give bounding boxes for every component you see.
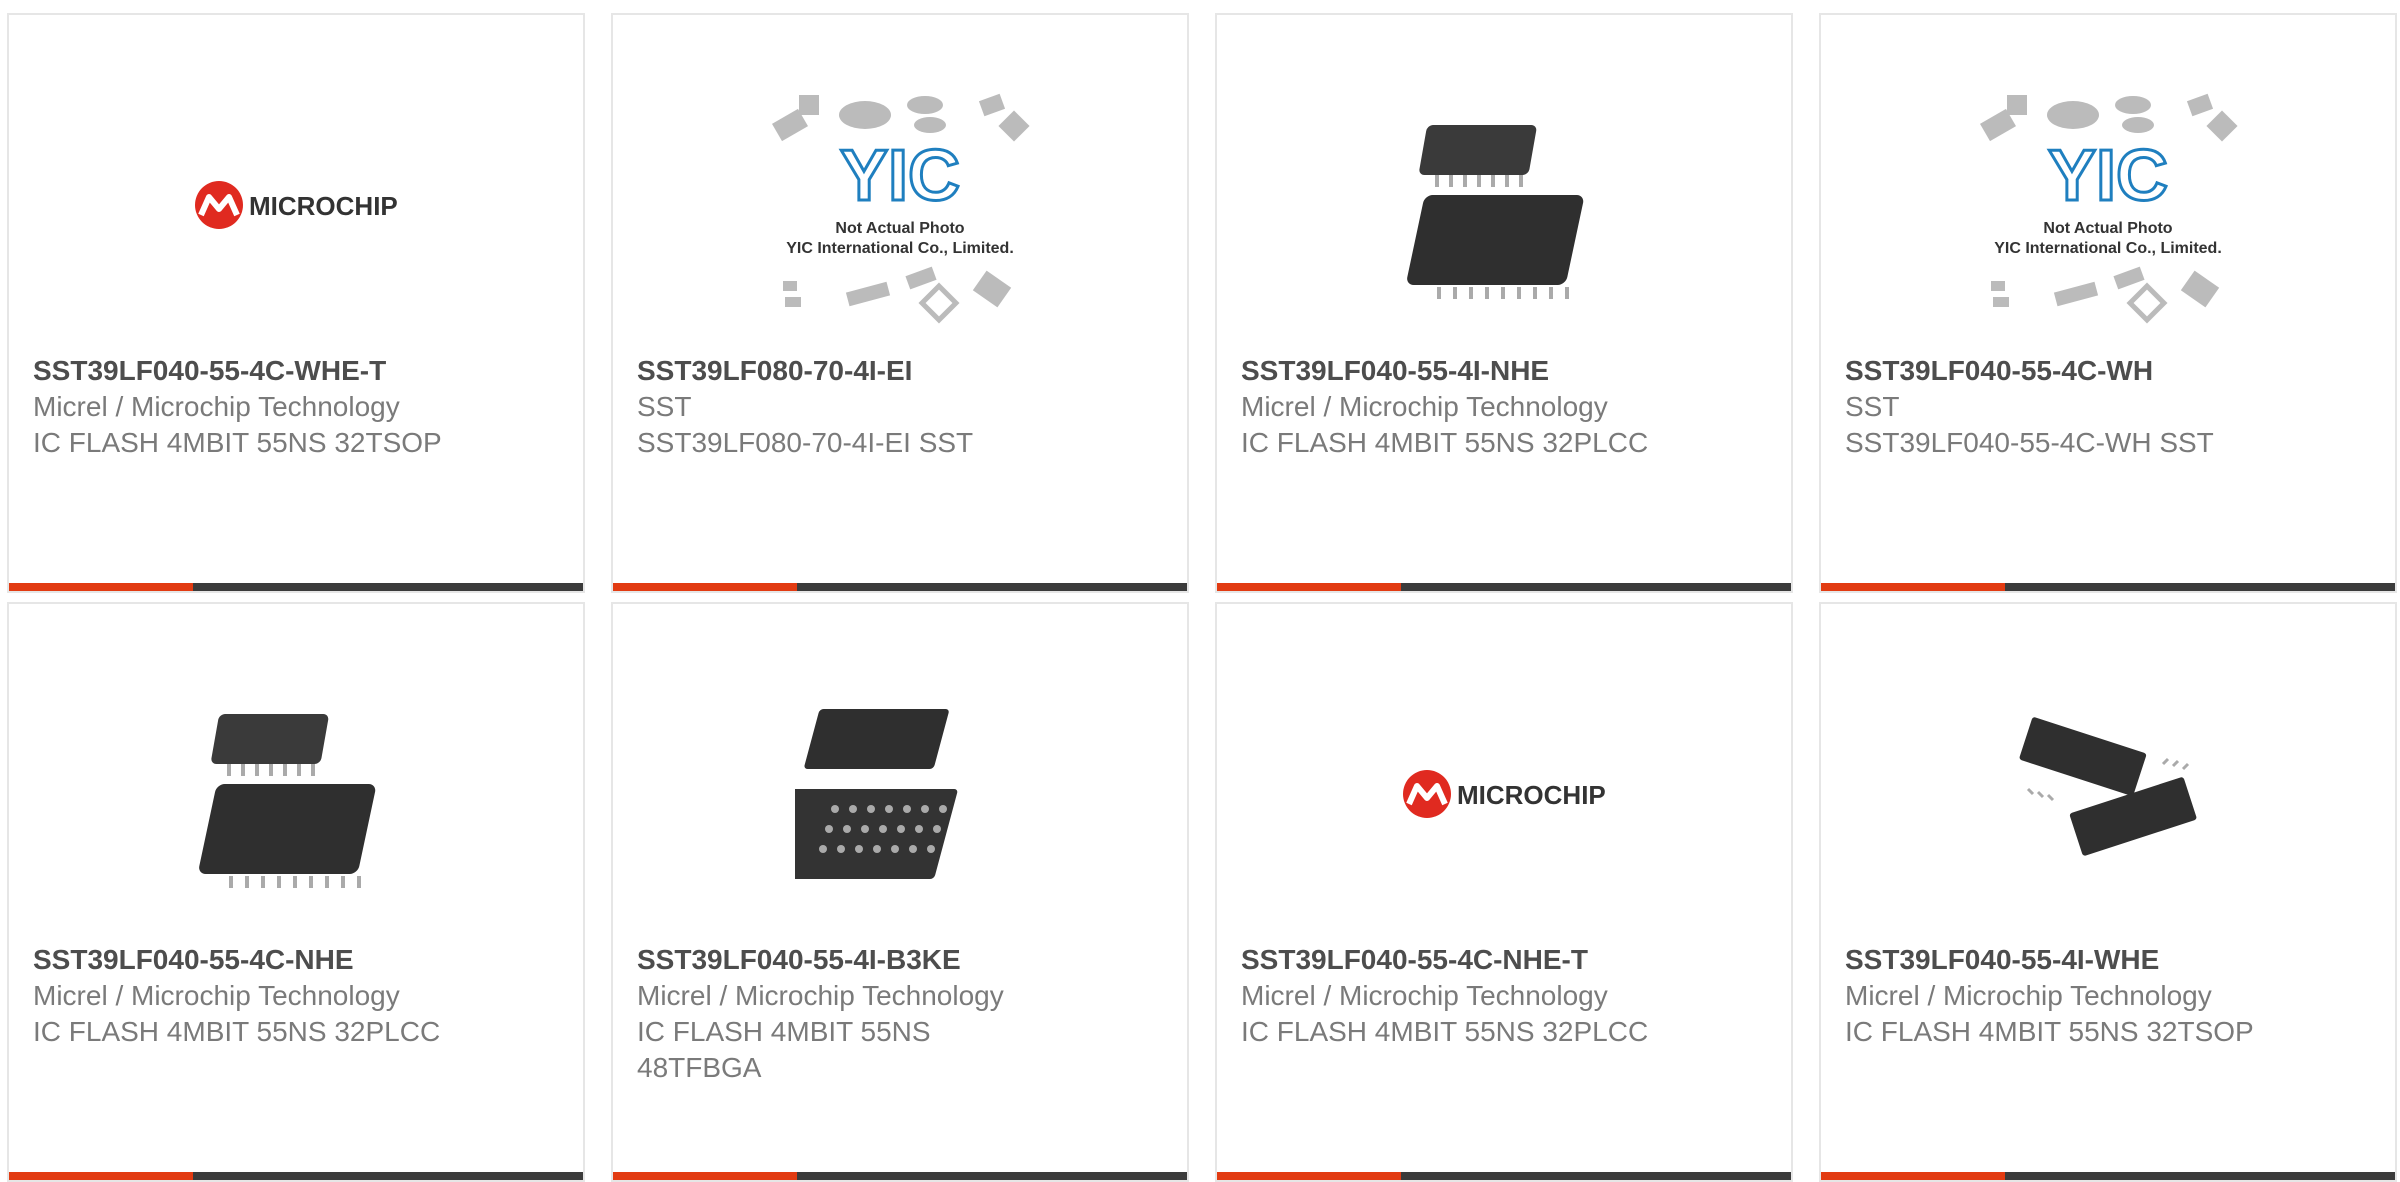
description: IC FLASH 4MBIT 55NS 32PLCC bbox=[1241, 1016, 1649, 1047]
product-card[interactable]: YIC Not Actual Photo YIC International C… bbox=[611, 13, 1189, 593]
svg-text:YIC International Co., Limited: YIC International Co., Limited. bbox=[786, 240, 1014, 257]
card-bar bbox=[1217, 1172, 1791, 1180]
description: IC FLASH 4MBIT 55NS 32TSOP bbox=[1845, 1016, 2254, 1047]
svg-text:MICROCHIP: MICROCHIP bbox=[1457, 780, 1606, 810]
description: SST39LF080-70-4I-EI SST bbox=[637, 427, 974, 458]
card-bar bbox=[9, 1172, 583, 1180]
svg-text:Not Actual Photo: Not Actual Photo bbox=[835, 220, 964, 237]
card-bar bbox=[1821, 1172, 2395, 1180]
plcc-chip-icon bbox=[199, 714, 376, 888]
product-card[interactable]: SST39LF040-55-4I-NHE Micrel / Microchip … bbox=[1215, 13, 1793, 593]
manufacturer: Micrel / Microchip Technology bbox=[1241, 391, 1608, 422]
card-bar bbox=[613, 1172, 1187, 1180]
product-card[interactable]: SST39LF040-55-4I-B3KE Micrel / Microchip… bbox=[611, 602, 1189, 1182]
bga-chip-icon bbox=[795, 709, 958, 879]
tsop-chip-icon bbox=[2019, 717, 2197, 856]
product-grid: MICROCHIP SST39LF040-55-4C-WHE-T Micrel … bbox=[0, 0, 2400, 1182]
card-bar bbox=[613, 583, 1187, 591]
manufacturer: Micrel / Microchip Technology bbox=[33, 391, 400, 422]
manufacturer: SST bbox=[1845, 391, 1900, 422]
product-image[interactable] bbox=[613, 644, 1187, 944]
part-number[interactable]: SST39LF040-55-4I-NHE bbox=[1241, 353, 1767, 389]
yic-placeholder-icon: YIC Not Actual Photo YIC International C… bbox=[1980, 93, 2238, 324]
card-bar bbox=[1821, 583, 2395, 591]
svg-text:Not Actual Photo: Not Actual Photo bbox=[2043, 220, 2172, 237]
description: IC FLASH 4MBIT 55NS 48TFBGA bbox=[637, 1016, 931, 1083]
svg-text:YIC: YIC bbox=[840, 136, 960, 216]
part-number[interactable]: SST39LF080-70-4I-EI bbox=[637, 353, 1163, 389]
part-number[interactable]: SST39LF040-55-4I-WHE bbox=[1845, 942, 2371, 978]
product-card[interactable]: YIC Not Actual Photo YIC International C… bbox=[1819, 13, 2397, 593]
svg-text:YIC: YIC bbox=[2048, 136, 2168, 216]
description: IC FLASH 4MBIT 55NS 32PLCC bbox=[33, 1016, 441, 1047]
manufacturer: Micrel / Microchip Technology bbox=[1845, 980, 2212, 1011]
product-image[interactable]: MICROCHIP bbox=[9, 55, 583, 355]
product-card[interactable]: MICROCHIP SST39LF040-55-4C-WHE-T Micrel … bbox=[7, 13, 585, 593]
manufacturer: Micrel / Microchip Technology bbox=[1241, 980, 1608, 1011]
microchip-logo-icon: MICROCHIP bbox=[195, 181, 398, 229]
product-image[interactable] bbox=[1821, 644, 2395, 944]
description: IC FLASH 4MBIT 55NS 32TSOP bbox=[33, 427, 442, 458]
part-number[interactable]: SST39LF040-55-4C-WHE-T bbox=[33, 353, 559, 389]
product-card[interactable]: MICROCHIP SST39LF040-55-4C-NHE-T Micrel … bbox=[1215, 602, 1793, 1182]
product-card[interactable]: SST39LF040-55-4C-NHE Micrel / Microchip … bbox=[7, 602, 585, 1182]
product-image[interactable]: YIC Not Actual Photo YIC International C… bbox=[613, 55, 1187, 355]
product-image[interactable] bbox=[1217, 55, 1791, 355]
product-image[interactable]: YIC Not Actual Photo YIC International C… bbox=[1821, 55, 2395, 355]
manufacturer: SST bbox=[637, 391, 692, 422]
microchip-logo-icon: MICROCHIP bbox=[1403, 770, 1606, 818]
part-number[interactable]: SST39LF040-55-4C-NHE-T bbox=[1241, 942, 1767, 978]
card-bar bbox=[1217, 583, 1791, 591]
description: IC FLASH 4MBIT 55NS 32PLCC bbox=[1241, 427, 1649, 458]
part-number[interactable]: SST39LF040-55-4I-B3KE bbox=[637, 942, 1163, 978]
manufacturer: Micrel / Microchip Technology bbox=[33, 980, 400, 1011]
product-image[interactable]: MICROCHIP bbox=[1217, 644, 1791, 944]
part-number[interactable]: SST39LF040-55-4C-WH bbox=[1845, 353, 2371, 389]
part-number[interactable]: SST39LF040-55-4C-NHE bbox=[33, 942, 559, 978]
plcc-chip-icon bbox=[1407, 125, 1584, 299]
svg-text:MICROCHIP: MICROCHIP bbox=[249, 191, 398, 221]
manufacturer: Micrel / Microchip Technology bbox=[637, 980, 1004, 1011]
yic-placeholder-icon: YIC Not Actual Photo YIC International C… bbox=[772, 93, 1030, 324]
card-bar bbox=[9, 583, 583, 591]
product-image[interactable] bbox=[9, 644, 583, 944]
description: SST39LF040-55-4C-WH SST bbox=[1845, 427, 2214, 458]
svg-text:YIC International Co., Limited: YIC International Co., Limited. bbox=[1994, 240, 2222, 257]
product-card[interactable]: SST39LF040-55-4I-WHE Micrel / Microchip … bbox=[1819, 602, 2397, 1182]
